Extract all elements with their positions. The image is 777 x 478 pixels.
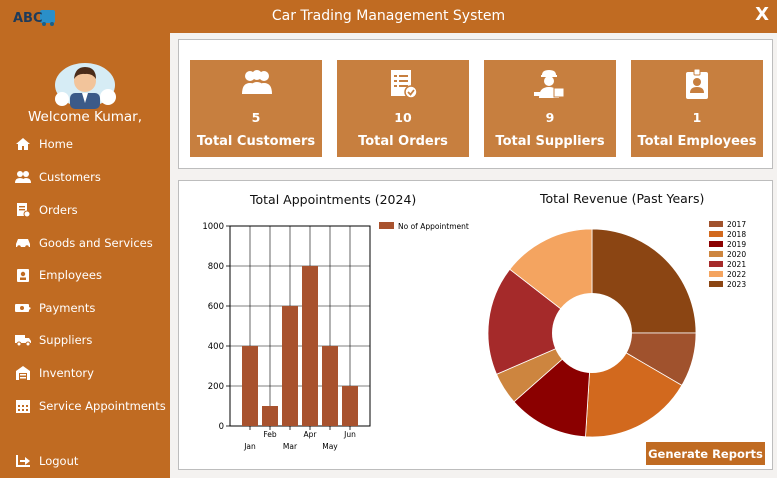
- sidebar-item-employees[interactable]: Employees: [14, 264, 102, 286]
- legend-swatch: [709, 251, 723, 257]
- y-tick-label: 200: [208, 382, 224, 392]
- y-tick-label: 1000: [202, 222, 224, 232]
- inventory-icon: [14, 365, 32, 381]
- x-tick-label: Jan: [243, 442, 256, 451]
- close-button[interactable]: X: [755, 4, 769, 25]
- bar-jan: [242, 346, 258, 426]
- bar-jun: [342, 386, 358, 426]
- card-label: Total Customers: [196, 134, 316, 149]
- bar-mar: [282, 306, 298, 426]
- card-label: Total Suppliers: [495, 134, 605, 149]
- legend-label: 2019: [727, 240, 746, 249]
- sidebar-item-suppliers[interactable]: Suppliers: [14, 329, 92, 351]
- legend-label: 2018: [727, 230, 746, 239]
- sidebar-item-payments[interactable]: Payments: [14, 297, 95, 319]
- card-value: 9: [545, 110, 555, 125]
- title-bar: ABC Car Trading Management System X: [0, 0, 777, 33]
- card-total-employees[interactable]: 1 Total Employees: [631, 60, 763, 157]
- main-content: 5 Total Customers 10 Total Orders 9 Tota…: [170, 33, 777, 478]
- legend-label: 2020: [727, 250, 746, 259]
- x-tick-label: May: [322, 442, 338, 451]
- card-label: Total Orders: [358, 134, 448, 149]
- legend-label: 2021: [727, 260, 746, 269]
- donut-hole: [552, 293, 632, 373]
- app-title: Car Trading Management System: [271, 8, 506, 24]
- customers-icon: [14, 169, 32, 185]
- sidebar-item-label: Customers: [39, 170, 101, 184]
- employees-icon: [14, 267, 32, 283]
- sidebar: Welcome Kumar, Home Customers Orders Goo…: [0, 33, 170, 478]
- bar-may: [322, 346, 338, 426]
- bar-feb: [262, 406, 278, 426]
- sidebar-item-goods-and-services[interactable]: Goods and Services: [14, 232, 153, 254]
- welcome-text: Welcome Kumar,: [27, 109, 143, 125]
- sidebar-item-service-appointments[interactable]: Service Appointments: [14, 395, 166, 417]
- sidebar-item-customers[interactable]: Customers: [14, 166, 101, 188]
- logout-label: Logout: [39, 454, 79, 468]
- legend-swatch: [379, 222, 394, 229]
- charts-panel: Total Appointments (2024) Total Revenue …: [178, 180, 773, 470]
- sidebar-item-orders[interactable]: Orders: [14, 199, 78, 221]
- avatar: [55, 63, 116, 109]
- pie-chart-title: Total Revenue (Past Years): [540, 191, 705, 206]
- revenue-donut-chart: 2017201820192020202120222023: [487, 220, 746, 438]
- legend-swatch: [709, 241, 723, 247]
- bar-apr: [302, 266, 318, 426]
- card-label: Total Employees: [637, 134, 757, 149]
- orders-icon: [14, 202, 32, 218]
- sidebar-item-label: Payments: [39, 301, 96, 315]
- sidebar-item-inventory[interactable]: Inventory: [14, 362, 94, 384]
- supplier-icon: [484, 68, 616, 100]
- legend-label: 2017: [727, 220, 746, 229]
- payments-icon: [14, 300, 32, 316]
- sidebar-item-label: Employees: [39, 268, 102, 282]
- legend-label: 2023: [727, 280, 746, 289]
- legend-swatch: [709, 231, 723, 237]
- users-icon: [190, 68, 322, 100]
- card-total-suppliers[interactable]: 9 Total Suppliers: [484, 60, 616, 157]
- appointments-bar-chart: 0 200 400 600 800 1000 Jan Feb Mar Apr May Jun No of…: [202, 222, 469, 451]
- card-value: 5: [251, 110, 261, 125]
- y-tick-label: 400: [208, 342, 224, 352]
- sidebar-item-label: Home: [39, 137, 73, 151]
- sidebar-item-home[interactable]: Home: [14, 133, 73, 155]
- x-tick-label: Jun: [343, 430, 356, 439]
- truck-icon: [14, 332, 32, 348]
- y-tick-label: 600: [208, 302, 224, 312]
- logout-icon: [14, 453, 32, 469]
- legend-swatch: [709, 221, 723, 227]
- generate-reports-button[interactable]: Generate Reports: [646, 442, 765, 465]
- card-total-customers[interactable]: 5 Total Customers: [190, 60, 322, 157]
- bar-chart-title: Total Appointments (2024): [250, 192, 417, 207]
- sidebar-item-label: Suppliers: [39, 333, 93, 347]
- legend-label: 2022: [727, 270, 746, 279]
- x-tick-label: Mar: [283, 442, 298, 451]
- y-tick-label: 800: [208, 262, 224, 272]
- x-tick-label: Apr: [304, 430, 318, 439]
- order-list-icon: [337, 68, 469, 100]
- id-badge-icon: [631, 68, 763, 100]
- y-tick-label: 0: [219, 422, 224, 432]
- x-tick-label: Feb: [263, 430, 277, 439]
- legend-swatch: [709, 271, 723, 277]
- card-total-orders[interactable]: 10 Total Orders: [337, 60, 469, 157]
- legend-swatch: [709, 261, 723, 267]
- calendar-icon: [14, 398, 32, 414]
- legend-label: No of Appointment: [398, 222, 469, 231]
- summary-cards-panel: 5 Total Customers 10 Total Orders 9 Tota…: [178, 39, 773, 169]
- logout-button[interactable]: Logout: [14, 450, 78, 472]
- sidebar-item-label: Orders: [39, 203, 78, 217]
- car-icon: [14, 235, 32, 251]
- card-value: 1: [692, 110, 702, 125]
- card-value: 10: [394, 110, 412, 125]
- home-icon: [14, 136, 32, 152]
- legend-swatch: [709, 281, 723, 287]
- sidebar-item-label: Inventory: [39, 366, 94, 380]
- sidebar-item-label: Goods and Services: [39, 236, 153, 250]
- sidebar-item-label: Service Appointments: [39, 399, 166, 413]
